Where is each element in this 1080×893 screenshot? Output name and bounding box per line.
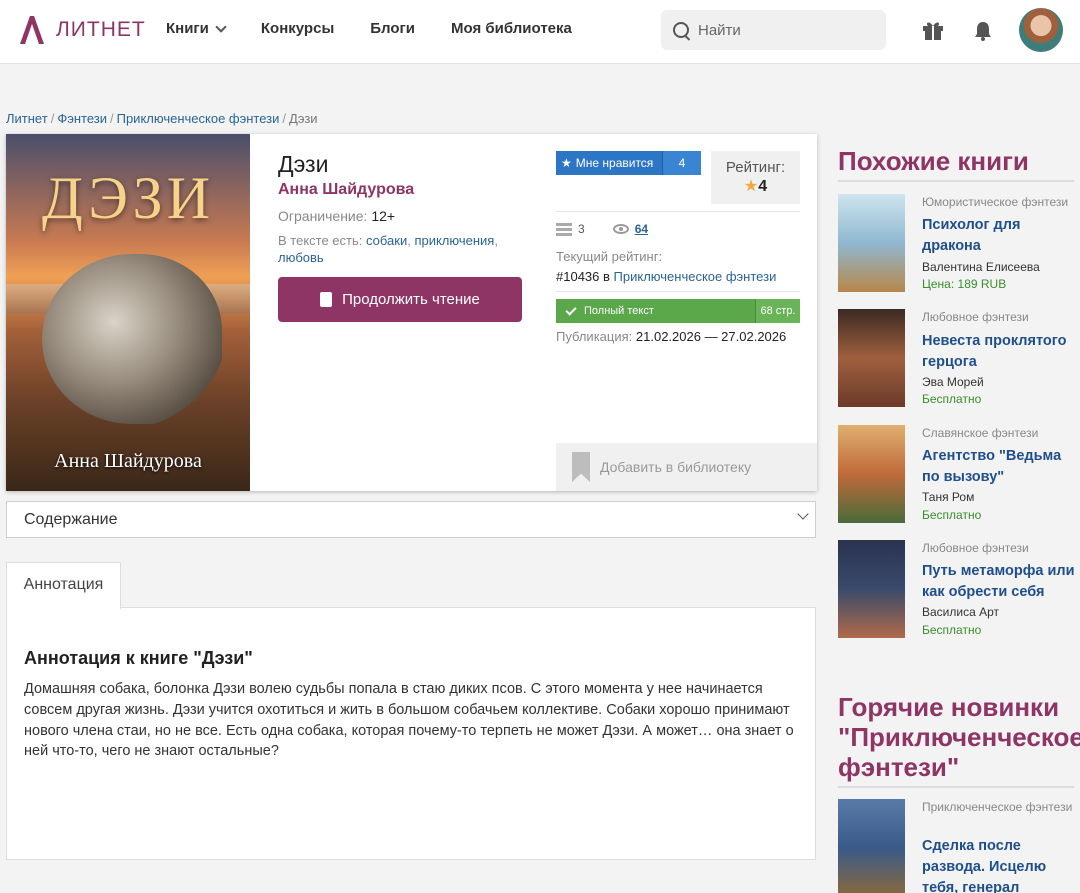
cover-author: Анна Шайдурова <box>54 450 202 472</box>
publication-dates: Публикация: 21.02.2026 — 27.02.2026 <box>556 329 787 344</box>
rating-label: Рейтинг: <box>725 159 786 176</box>
search-icon[interactable] <box>673 22 689 38</box>
libraries-count: 3 <box>578 222 585 236</box>
similar-book-genre: Славянское фэнтези <box>922 426 1039 440</box>
hot-book-genre: Приключенческое фэнтези <box>922 800 1073 814</box>
top-header: ЛИТНЕТ Книги Конкурсы Блоги Моя библиоте… <box>0 0 1080 64</box>
similar-book-price: Бесплатно <box>922 623 982 637</box>
tag-link[interactable]: приключения <box>414 233 494 248</box>
search-input[interactable] <box>698 21 868 39</box>
check-icon <box>565 303 577 316</box>
chevron-down-icon <box>215 20 227 33</box>
tag-link[interactable]: любовь <box>278 250 324 265</box>
similar-book-genre: Юмористическое фэнтези <box>922 195 1069 209</box>
stats-row: 3 64 <box>556 222 648 236</box>
hot-book-item[interactable]: Приключенческое фэнтези Сделка после раз… <box>838 799 1080 893</box>
bookmark-plus-icon <box>572 452 590 482</box>
chevron-down-icon <box>797 508 809 520</box>
libraries-icon <box>556 222 572 236</box>
tab-annotation[interactable]: Аннотация <box>6 562 121 609</box>
similar-book-price: Бесплатно <box>922 392 982 406</box>
age-restriction: Ограничение: 12+ <box>278 208 396 224</box>
breadcrumb-adventure-fantasy[interactable]: Приключенческое фэнтези <box>117 111 280 126</box>
book-author-link[interactable]: Анна Шайдурова <box>278 181 414 199</box>
book-stats: ★ Мне нравится 4 Рейтинг: ★4 3 64 Текущи… <box>556 134 817 491</box>
search-box <box>661 10 886 50</box>
like-label: Мне нравится <box>575 156 654 170</box>
cover-title: ДЭЗИ <box>41 165 215 231</box>
logo[interactable]: ЛИТНЕТ <box>16 13 146 47</box>
breadcrumb: Литнет / Фэнтези / Приключенческое фэнтези / Д… <box>6 111 318 126</box>
similar-book-price: Бесплатно <box>922 508 982 522</box>
current-rating: Текущий рейтинг: #10436 в Приключенческо… <box>556 249 777 284</box>
pages-count: 68 стр. <box>755 299 800 323</box>
book-cover-thumb[interactable] <box>838 540 905 638</box>
nav-my-library[interactable]: Моя библиотека <box>451 20 572 37</box>
book-card: ДЭЗИ Анна Шайдурова Дэзи Анна Шайдурова … <box>6 134 817 491</box>
rating-box: Рейтинг: ★4 <box>711 151 800 204</box>
nav-blogs[interactable]: Блоги <box>370 20 415 37</box>
bell-icon[interactable] <box>974 21 992 41</box>
similar-book-author: Валентина Елисеева <box>922 260 1040 274</box>
similar-book-title[interactable]: Невеста проклятого герцога <box>922 331 1080 373</box>
logo-icon <box>20 16 44 44</box>
main-nav: Книги Конкурсы Блоги Моя библиотека <box>166 20 608 37</box>
dog-illustration <box>42 254 222 424</box>
hot-book-title[interactable]: Сделка после развода. Исцелю тебя, генер… <box>922 836 1080 893</box>
similar-book-title[interactable]: Агентство "Ведьма по вызову" <box>922 446 1080 488</box>
rating-genre-link[interactable]: Приключенческое фэнтези <box>614 269 777 284</box>
annotation-title: Аннотация к книге "Дэзи" <box>24 648 253 668</box>
rating-value: ★4 <box>743 178 768 195</box>
hot-new-title: Горячие новинки "Приключенческое фэнтези… <box>838 692 1080 782</box>
similar-book-author: Таня Ром <box>922 490 975 504</box>
annotation-text: Домашняя собака, болонка Дэзи волею судь… <box>24 681 794 760</box>
similar-books-title: Похожие книги <box>838 146 1029 176</box>
nav-books[interactable]: Книги <box>166 20 227 37</box>
nav-books-label: Книги <box>166 20 209 37</box>
gift-icon[interactable] <box>922 19 944 41</box>
book-tags: В тексте есть: собаки, приключения, любов… <box>278 233 498 265</box>
breadcrumb-current: Дэзи <box>289 111 318 126</box>
breadcrumb-fantasy[interactable]: Фэнтези <box>57 111 107 126</box>
tag-link[interactable]: собаки <box>366 233 407 248</box>
similar-book-item[interactable]: Любовное фэнтези Невеста проклятого герц… <box>838 309 1080 409</box>
add-to-library-label: Добавить в библиотеку <box>600 459 752 475</box>
book-cover-thumb[interactable] <box>838 309 905 407</box>
similar-book-genre: Любовное фэнтези <box>922 310 1029 324</box>
similar-book-item[interactable]: Юмористическое фэнтези Психолог для драк… <box>838 194 1080 294</box>
nav-contests[interactable]: Конкурсы <box>261 20 334 37</box>
similar-book-item[interactable]: Славянское фэнтези Агентство "Ведьма по … <box>838 425 1080 525</box>
book-cover-thumb[interactable] <box>838 425 905 523</box>
similar-book-genre: Любовное фэнтези <box>922 541 1029 555</box>
book-cover-thumb[interactable] <box>838 194 905 292</box>
views-link[interactable]: 64 <box>635 222 648 236</box>
star-icon: ★ <box>743 178 759 195</box>
like-count: 4 <box>662 151 701 175</box>
logo-text: ЛИТНЕТ <box>56 18 146 41</box>
contents-select[interactable]: Содержание <box>6 501 816 538</box>
eye-icon <box>612 224 629 234</box>
continue-reading-label: Продолжить чтение <box>342 291 480 308</box>
star-icon: ★ <box>561 156 572 170</box>
similar-book-price: Цена: 189 RUB <box>922 277 1007 291</box>
similar-book-title[interactable]: Психолог для дракона <box>922 215 1080 257</box>
full-text-badge: Полный текст 68 стр. <box>556 299 800 323</box>
add-to-library-button[interactable]: Добавить в библиотеку <box>556 443 817 491</box>
like-button[interactable]: ★ Мне нравится 4 <box>556 151 701 175</box>
book-cover-thumb[interactable] <box>838 799 905 893</box>
user-avatar[interactable] <box>1019 8 1063 52</box>
continue-reading-button[interactable]: Продолжить чтение <box>278 277 522 322</box>
contents-label: Содержание <box>24 511 118 528</box>
book-icon <box>320 292 333 307</box>
annotation-panel: Аннотация к книге "Дэзи" Домашняя собака… <box>6 607 816 860</box>
similar-book-item[interactable]: Любовное фэнтези Путь метаморфа или как … <box>838 540 1080 640</box>
book-title: Дэзи <box>278 151 329 177</box>
book-cover: ДЭЗИ Анна Шайдурова <box>6 134 250 491</box>
similar-book-author: Эва Морей <box>922 375 984 389</box>
similar-book-title[interactable]: Путь метаморфа или как обрести себя <box>922 561 1080 603</box>
breadcrumb-litnet[interactable]: Литнет <box>6 111 48 126</box>
similar-book-author: Василиса Арт <box>922 605 1000 619</box>
